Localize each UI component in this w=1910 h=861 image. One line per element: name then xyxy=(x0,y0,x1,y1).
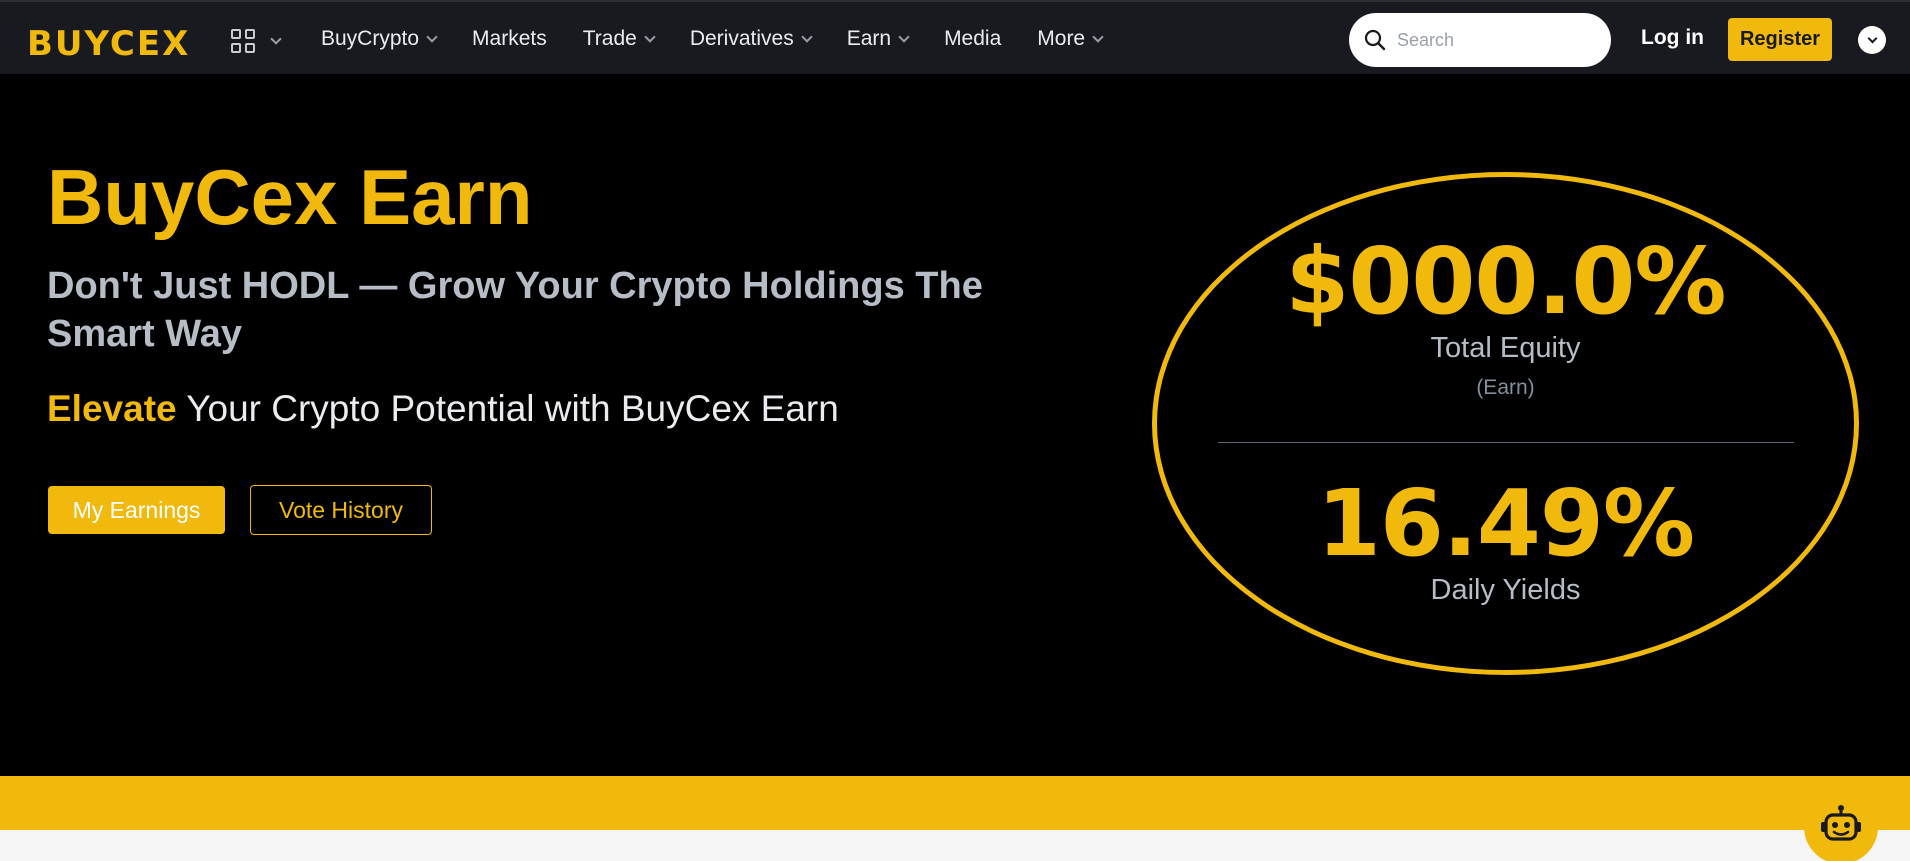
main-menu: BuyCrypto Markets Trade Derivatives Earn… xyxy=(321,2,1138,76)
chevron-down-icon xyxy=(270,32,282,45)
yellow-banner xyxy=(0,776,1910,830)
nav-item-more[interactable]: More xyxy=(1037,27,1104,51)
my-earnings-button[interactable]: My Earnings xyxy=(48,486,225,534)
total-equity-label: Total Equity xyxy=(1430,332,1581,364)
nav-item-label: BuyCrypto xyxy=(321,27,420,50)
nav-item-label: Derivatives xyxy=(689,27,794,50)
nav-item-label: Media xyxy=(944,27,1002,50)
total-equity-note: (Earn) xyxy=(1476,376,1535,399)
register-button[interactable]: Register xyxy=(1728,18,1832,61)
nav-item-buycrypto[interactable]: BuyCrypto xyxy=(321,27,438,51)
nav-item-label: More xyxy=(1037,27,1086,50)
search-input[interactable] xyxy=(1397,29,1597,51)
nav-item-trade[interactable]: Trade xyxy=(582,27,656,51)
nav-item-media[interactable]: Media xyxy=(944,27,1001,51)
apps-menu-button[interactable] xyxy=(231,29,282,53)
vote-history-button[interactable]: Vote History xyxy=(250,485,432,535)
chevron-down-icon xyxy=(898,30,910,43)
tagline-highlight: Elevate xyxy=(47,388,177,429)
nav-item-label: Trade xyxy=(582,27,637,50)
apps-grid-icon xyxy=(231,29,255,53)
support-chat-button[interactable] xyxy=(1804,790,1878,861)
daily-yields-value: 16.49% xyxy=(1316,470,1695,577)
search-icon xyxy=(1364,29,1386,51)
chevron-down-icon xyxy=(426,30,438,43)
login-link[interactable]: Log in xyxy=(1641,26,1704,50)
chevron-down-icon xyxy=(801,30,813,43)
account-dropdown-toggle[interactable] xyxy=(1858,26,1886,54)
hero-subtitle: Don't Just HODL — Grow Your Crypto Holdi… xyxy=(47,265,983,355)
nav-item-markets[interactable]: Markets xyxy=(472,27,547,51)
nav-item-label: Earn xyxy=(846,27,892,50)
search-box[interactable] xyxy=(1349,13,1611,67)
chevron-down-icon xyxy=(644,30,656,43)
page-title: BuyCex Earn xyxy=(47,153,533,241)
stats-divider xyxy=(1218,442,1794,443)
nav-item-earn[interactable]: Earn xyxy=(846,27,910,51)
nav-item-label: Markets xyxy=(472,27,547,50)
total-equity-value: $000.0% xyxy=(1285,228,1726,335)
tagline-text: Your Crypto Potential with BuyCex Earn xyxy=(176,388,839,429)
hero-tagline: Elevate Your Crypto Potential with BuyCe… xyxy=(47,388,839,430)
top-navigation: BUYCEX BuyCrypto Markets Trade Derivativ… xyxy=(0,0,1910,74)
daily-yields-label: Daily Yields xyxy=(1430,574,1581,606)
chevron-down-icon xyxy=(1867,33,1877,43)
logo[interactable]: BUYCEX xyxy=(27,24,190,64)
content-section-top xyxy=(0,830,1910,861)
chevron-down-icon xyxy=(1092,30,1104,43)
robot-icon xyxy=(1821,805,1861,841)
nav-item-derivatives[interactable]: Derivatives xyxy=(689,27,813,51)
